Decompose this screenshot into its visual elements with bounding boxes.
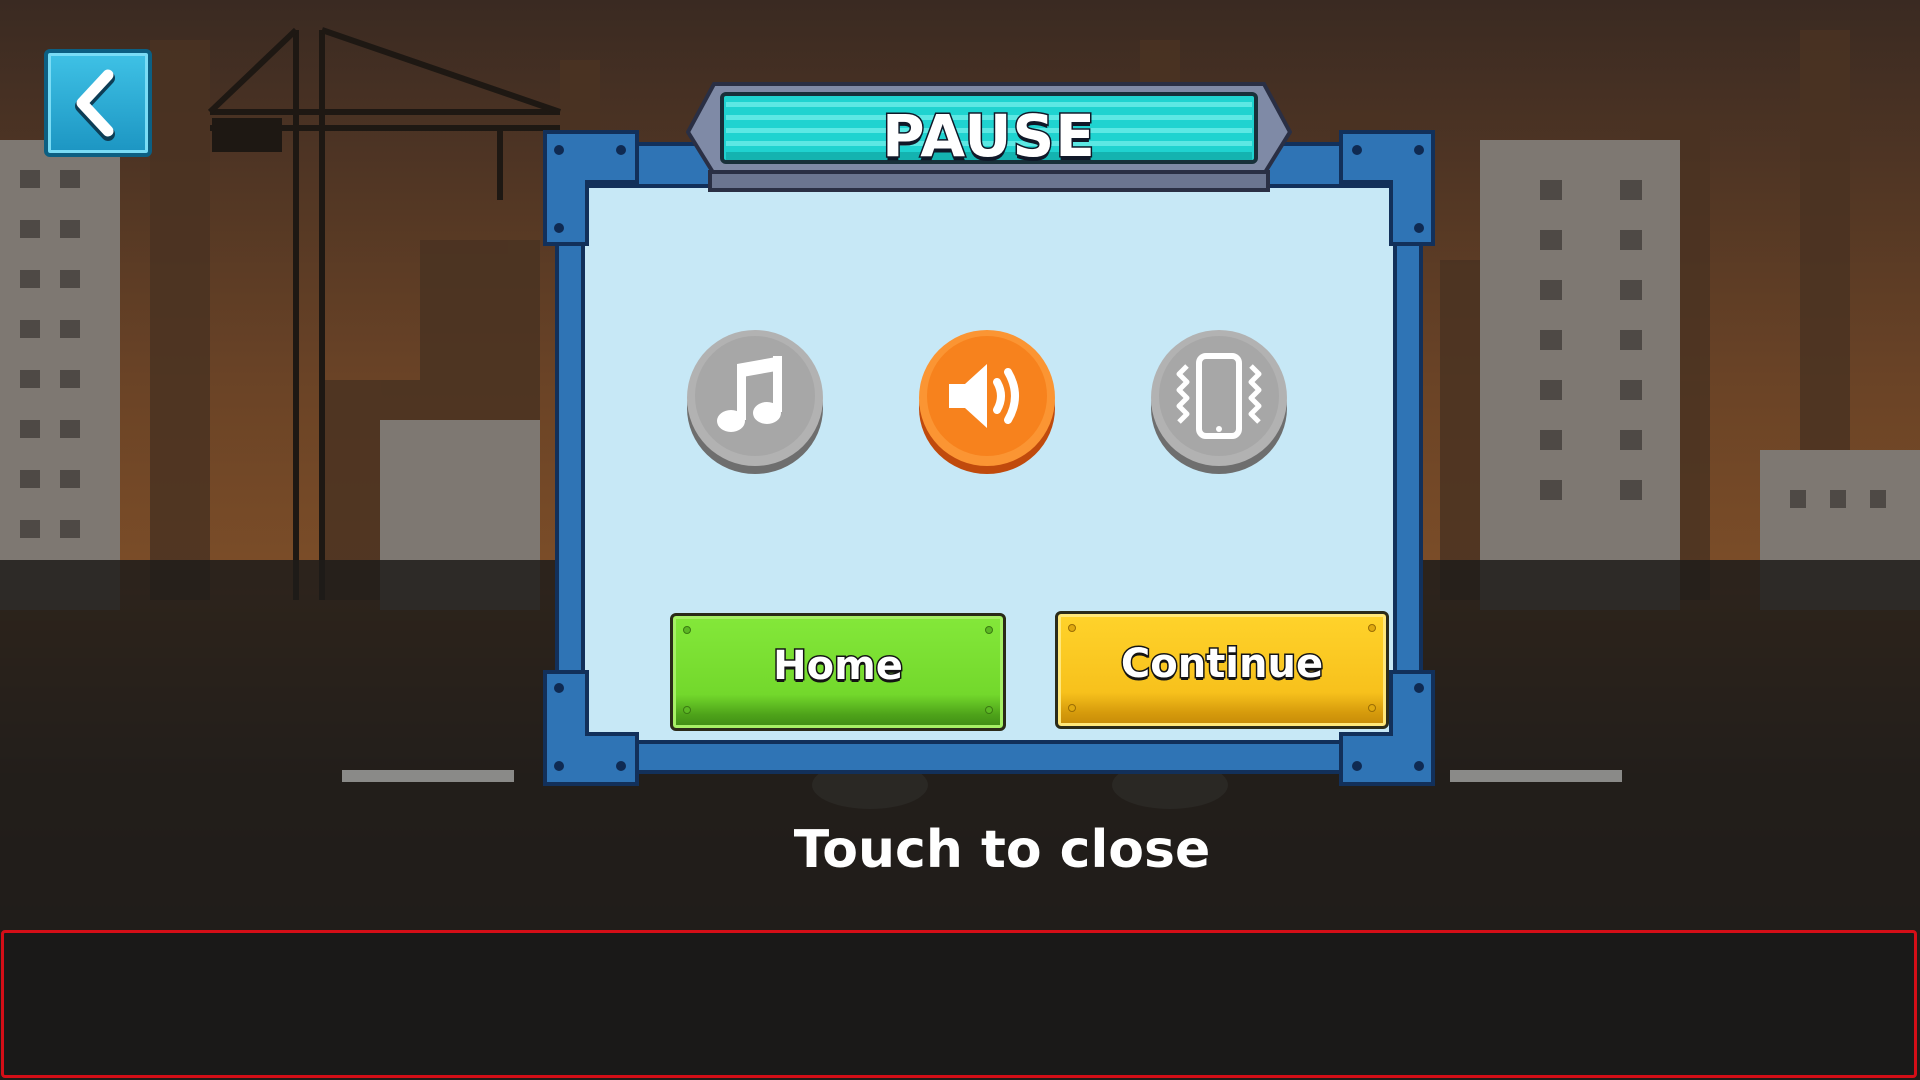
vibration-toggle-button[interactable] [1149,328,1289,476]
back-button[interactable] [44,49,152,157]
music-note-icon [687,330,823,474]
frame-corner [543,670,639,786]
touch-to-close-hint: Touch to close [793,820,1211,880]
chevron-left-icon [75,69,115,141]
pause-dialog: Home Continue PAUSE [543,82,1435,786]
ad-banner-area[interactable] [1,930,1917,1078]
continue-label: Continue [1119,640,1324,689]
panel-body: Home Continue [581,184,1397,744]
home-label: Home [772,642,905,691]
dialog-title: PAUSE [881,101,1097,172]
phone-vibrate-icon [1151,330,1287,474]
frame-corner [543,130,639,246]
music-toggle-button[interactable] [685,328,825,476]
frame-corner [1339,670,1435,786]
title-banner: PAUSE [686,82,1292,194]
frame-corner [1339,130,1435,246]
sound-toggle-button[interactable] [917,328,1057,476]
speaker-icon [919,330,1055,474]
home-button[interactable]: Home [670,613,1006,731]
game-screen[interactable]: Home Continue PAUSE Touch to close [0,0,1920,1080]
